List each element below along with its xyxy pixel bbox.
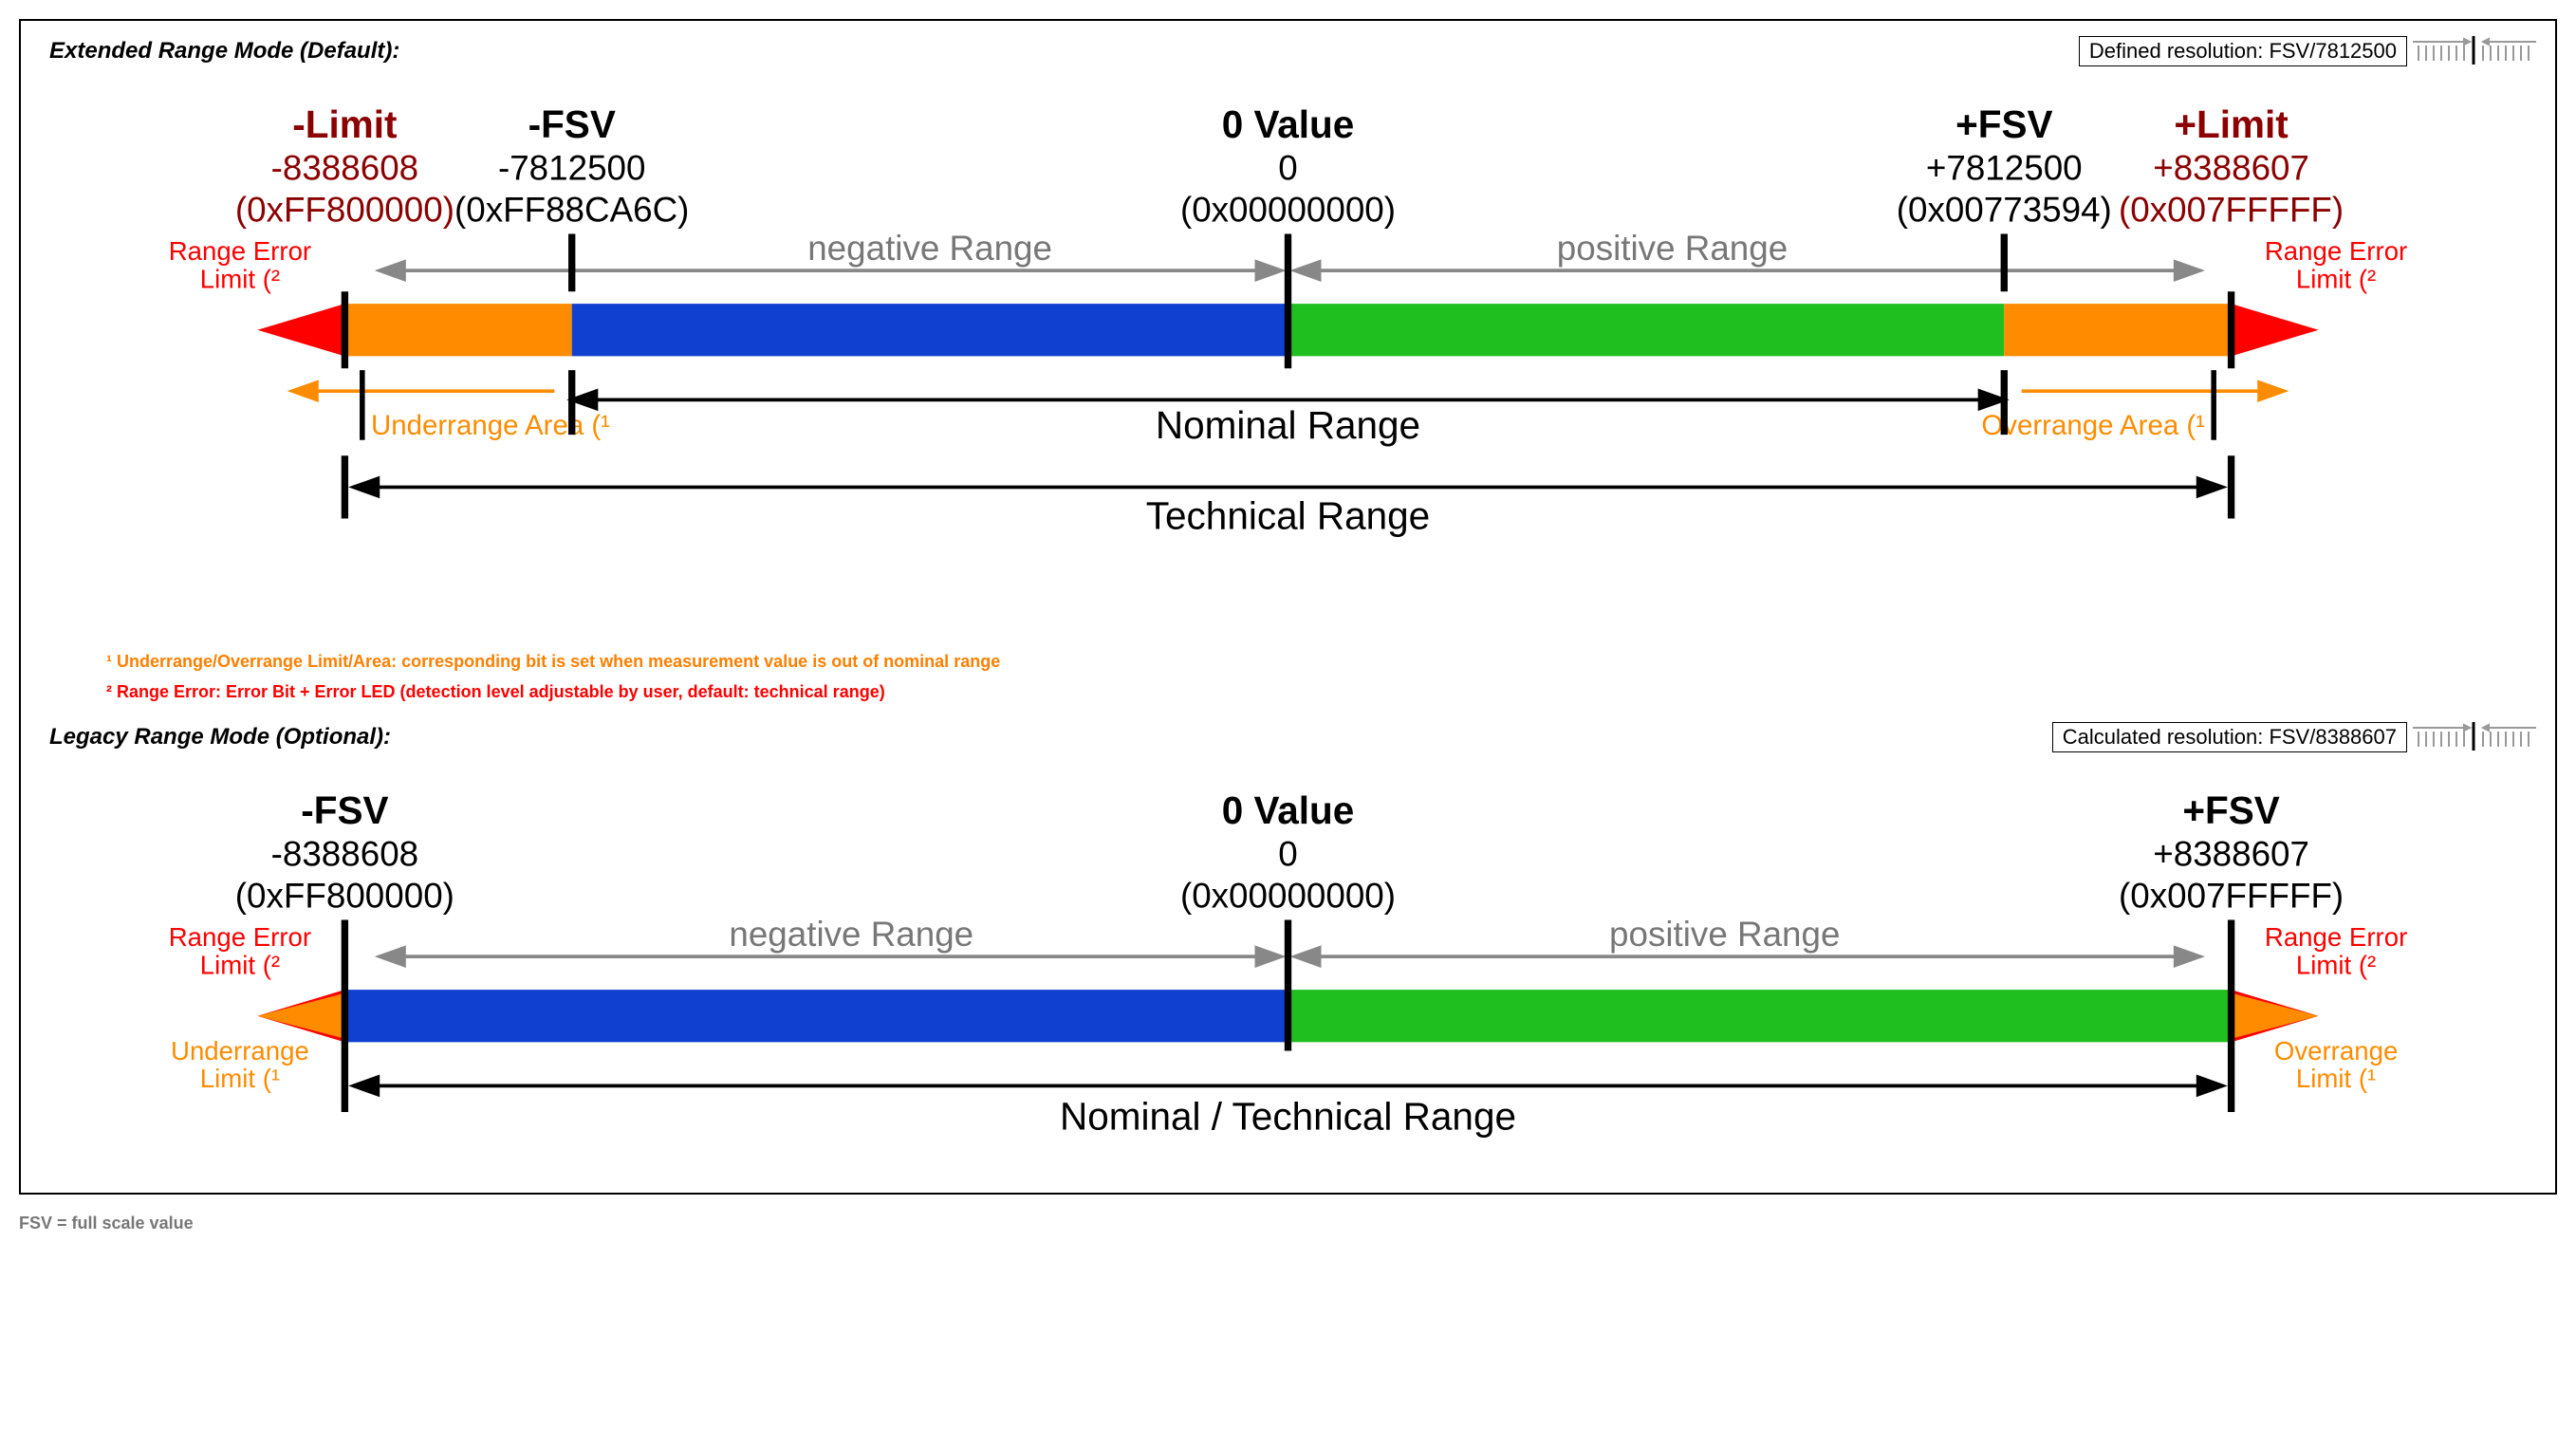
ext-range-error-right-1: Range Error (2265, 236, 2407, 266)
ext-neg-limit-hex: (0xFF800000) (235, 191, 454, 230)
ext-right-red-arrow (2232, 304, 2319, 356)
footnote-1: ¹ Underrange/Overrange Limit/Area: corre… (106, 646, 2546, 677)
ext-underrange-bar (344, 304, 571, 356)
ext-pos-bar (1288, 304, 2005, 356)
leg-underrange-2: Limit (¹ (200, 1065, 280, 1094)
resolution-tick-icon-2 (2413, 722, 2546, 752)
footnotes: ¹ Underrange/Overrange Limit/Area: corre… (30, 627, 2546, 717)
leg-zero-name: 0 Value (1222, 789, 1355, 833)
ext-range-error-right-2: Limit (² (2296, 265, 2376, 294)
leg-overrange-1: Overrange (2274, 1036, 2398, 1066)
legacy-diagram: -FSV -8388608 (0xFF800000) 0 Value 0 (0x… (30, 771, 2546, 1173)
ext-neg-fsv-dec: -7812500 (498, 148, 646, 187)
ext-neg-limit-dec: -8388608 (271, 148, 419, 187)
leg-neg-fsv-dec: -8388608 (271, 835, 419, 874)
ext-pos-limit-hex: (0x007FFFFF) (2119, 191, 2344, 230)
leg-range-error-left-2: Limit (² (200, 951, 280, 980)
fsv-footnote: FSV = full scale value (19, 1214, 2576, 1233)
leg-zero-hex: (0x00000000) (1180, 877, 1396, 916)
leg-pos-fsv-hex: (0x007FFFFF) (2119, 877, 2344, 916)
legacy-resolution-box: Calculated resolution: FSV/8388607 (2052, 722, 2407, 752)
leg-underrange-1: Underrange (171, 1036, 309, 1066)
ext-neg-bar (572, 304, 1288, 356)
ext-pos-limit-name: +Limit (2174, 102, 2288, 146)
leg-pos-fsv-dec: +8388607 (2153, 835, 2309, 874)
leg-zero-dec: 0 (1278, 835, 1297, 874)
ext-overrange-bar (2004, 304, 2231, 356)
ext-overrange-label: Overrange Area (¹ (1981, 410, 2205, 441)
ext-left-red-arrow (257, 304, 344, 356)
ext-neg-range-lbl: negative Range (807, 229, 1052, 268)
ext-neg-fsv-name: -FSV (528, 102, 616, 146)
diagram-frame: Extended Range Mode (Default): Defined r… (19, 19, 2557, 1195)
ext-zero-hex: (0x00000000) (1180, 191, 1396, 230)
ext-pos-fsv-hex: (0x00773594) (1897, 191, 2112, 230)
ext-pos-fsv-name: +FSV (1955, 102, 2052, 146)
leg-pos-fsv-name: +FSV (2182, 789, 2279, 833)
ext-neg-limit-name: -Limit (292, 102, 397, 146)
ext-pos-limit-dec: +8388607 (2153, 148, 2309, 187)
leg-range-error-right-1: Range Error (2265, 923, 2407, 953)
leg-overrange-2: Limit (¹ (2296, 1065, 2376, 1094)
footnote-2: ² Range Error: Error Bit + Error LED (de… (106, 677, 2546, 707)
leg-neg-range-lbl: negative Range (729, 916, 973, 955)
ext-nominal-lbl: Nominal Range (1156, 403, 1420, 447)
ext-pos-range-lbl: positive Range (1557, 229, 1788, 268)
extended-resolution-box: Defined resolution: FSV/7812500 (2079, 36, 2407, 66)
leg-range-error-left-1: Range Error (169, 923, 311, 953)
leg-pos-range-lbl: positive Range (1609, 916, 1840, 955)
ext-zero-name: 0 Value (1222, 102, 1355, 146)
extended-diagram: -Limit -8388608 (0xFF800000) -FSV -78125… (30, 85, 2546, 627)
ext-range-error-left-2: Limit (² (200, 265, 280, 294)
ext-technical-lbl: Technical Range (1146, 494, 1430, 538)
leg-neg-fsv-hex: (0xFF800000) (235, 877, 454, 916)
ext-range-error-left-1: Range Error (169, 236, 311, 266)
resolution-tick-icon (2413, 36, 2546, 66)
ext-pos-fsv-dec: +7812500 (1926, 148, 2083, 187)
leg-neg-fsv-name: -FSV (301, 789, 388, 833)
ext-neg-fsv-hex: (0xFF88CA6C) (454, 191, 689, 230)
ext-zero-dec: 0 (1278, 148, 1297, 187)
leg-nominal-tech-lbl: Nominal / Technical Range (1060, 1095, 1516, 1139)
leg-range-error-right-2: Limit (² (2296, 951, 2376, 980)
